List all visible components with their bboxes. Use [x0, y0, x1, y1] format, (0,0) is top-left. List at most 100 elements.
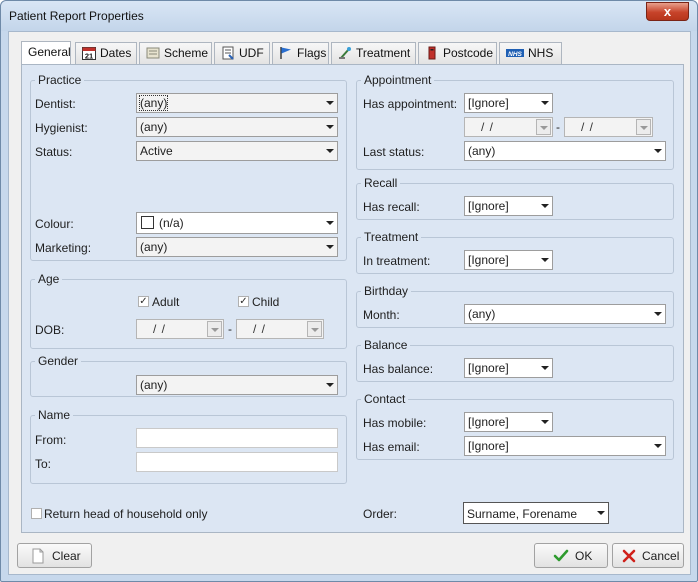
- order-value: Surname, Forename: [467, 507, 578, 521]
- has-recall-dropdown[interactable]: [Ignore]: [464, 196, 553, 216]
- udf-icon: [221, 46, 235, 60]
- in-treatment-dropdown[interactable]: [Ignore]: [464, 250, 553, 270]
- marketing-label: Marketing:: [35, 241, 92, 255]
- dob-from-date[interactable]: / /: [136, 319, 224, 339]
- order-label: Order:: [363, 507, 398, 521]
- name-from-label: From:: [35, 433, 67, 447]
- colour-value: (n/a): [159, 216, 184, 230]
- tab-postcode[interactable]: Postcode: [418, 42, 497, 64]
- chevron-down-icon: [541, 366, 549, 370]
- appointment-to-date[interactable]: / /: [564, 117, 653, 137]
- adult-checkbox[interactable]: ✓: [138, 296, 149, 307]
- birthday-month-label: Month:: [363, 308, 400, 322]
- birthday-legend: Birthday: [364, 284, 409, 298]
- calendar-dropdown-icon[interactable]: [307, 321, 322, 337]
- scheme-icon: [146, 46, 160, 60]
- appointment-range-separator: -: [556, 120, 560, 134]
- marketing-dropdown[interactable]: (any): [136, 237, 338, 257]
- balance-legend: Balance: [364, 338, 408, 352]
- has-appointment-label: Has appointment:: [363, 97, 458, 111]
- tab-scheme[interactable]: Scheme: [139, 42, 212, 64]
- has-email-dropdown[interactable]: [Ignore]: [464, 436, 666, 456]
- clear-button[interactable]: Clear: [17, 543, 92, 568]
- gender-value: (any): [140, 378, 168, 392]
- chevron-down-icon: [597, 511, 605, 515]
- flag-icon: [279, 46, 293, 60]
- child-checkbox[interactable]: ✓: [238, 296, 249, 307]
- tab-flags[interactable]: Flags: [272, 42, 329, 64]
- dob-to-value: / /: [253, 322, 267, 336]
- dialog-window: Patient Report Properties x General 21 D…: [0, 0, 698, 582]
- order-dropdown[interactable]: Surname, Forename: [463, 502, 609, 524]
- dob-from-value: / /: [153, 322, 167, 336]
- colour-label: Colour:: [35, 217, 74, 231]
- tab-general[interactable]: General: [21, 41, 71, 64]
- has-mobile-dropdown[interactable]: [Ignore]: [464, 412, 553, 432]
- has-appointment-value: [Ignore]: [468, 96, 509, 110]
- name-to-input[interactable]: [136, 452, 338, 472]
- nhs-badge: NHS: [508, 51, 522, 58]
- chevron-down-icon: [326, 149, 334, 153]
- calendar-day: 21: [85, 52, 93, 61]
- checkmark-icon: [553, 548, 569, 564]
- calendar-dropdown-icon[interactable]: [536, 119, 551, 135]
- appointment-from-value: / /: [481, 120, 495, 134]
- calendar-dropdown-icon[interactable]: [207, 321, 222, 337]
- appointment-from-date[interactable]: / /: [464, 117, 553, 137]
- status-dropdown[interactable]: Active: [136, 141, 338, 161]
- hygienist-value: (any): [140, 120, 168, 134]
- has-balance-dropdown[interactable]: [Ignore]: [464, 358, 553, 378]
- colour-swatch: [141, 216, 154, 229]
- ok-button[interactable]: OK: [534, 543, 608, 568]
- dentist-value: (any): [138, 95, 169, 111]
- in-treatment-label: In treatment:: [363, 254, 431, 268]
- cancel-button[interactable]: Cancel: [612, 543, 684, 568]
- has-balance-label: Has balance:: [363, 362, 434, 376]
- cancel-button-label: Cancel: [642, 549, 680, 563]
- household-label: Return head of household only: [44, 507, 208, 521]
- status-value: Active: [140, 144, 173, 158]
- dob-label: DOB:: [35, 323, 65, 337]
- chevron-down-icon: [541, 420, 549, 424]
- name-from-input[interactable]: [136, 428, 338, 448]
- birthday-month-value: (any): [468, 307, 496, 321]
- last-status-dropdown[interactable]: (any): [464, 141, 666, 161]
- chevron-down-icon: [326, 383, 334, 387]
- household-checkbox[interactable]: [31, 508, 42, 519]
- tab-dates[interactable]: 21 Dates: [75, 42, 137, 64]
- tab-treatment[interactable]: Treatment: [331, 42, 416, 64]
- chevron-down-icon: [326, 245, 334, 249]
- contact-legend: Contact: [364, 392, 406, 406]
- recall-legend: Recall: [364, 176, 398, 190]
- tab-udf[interactable]: UDF: [214, 42, 270, 64]
- age-legend: Age: [38, 272, 60, 286]
- calendar-icon: 21: [82, 46, 96, 61]
- dob-to-date[interactable]: / /: [236, 319, 324, 339]
- birthday-month-dropdown[interactable]: (any): [464, 304, 666, 324]
- tab-label: NHS: [528, 46, 554, 60]
- chevron-down-icon: [326, 125, 334, 129]
- dentist-dropdown[interactable]: (any): [136, 93, 338, 113]
- adult-label: Adult: [152, 295, 180, 309]
- tab-label: Postcode: [443, 46, 494, 60]
- tab-label: UDF: [239, 46, 264, 60]
- has-appointment-dropdown[interactable]: [Ignore]: [464, 93, 553, 113]
- close-button[interactable]: x: [646, 2, 689, 21]
- tab-label: Treatment: [356, 46, 411, 60]
- gender-legend: Gender: [38, 354, 79, 368]
- tab-nhs[interactable]: NHS NHS: [499, 42, 562, 64]
- cross-icon: [621, 548, 637, 564]
- treatment-legend: Treatment: [364, 230, 419, 244]
- calendar-dropdown-icon[interactable]: [636, 119, 651, 135]
- hygienist-dropdown[interactable]: (any): [136, 117, 338, 137]
- chevron-down-icon: [654, 312, 662, 316]
- gender-dropdown[interactable]: (any): [136, 375, 338, 395]
- in-treatment-value: [Ignore]: [468, 253, 509, 267]
- postcode-icon: [425, 46, 439, 60]
- clear-button-label: Clear: [52, 549, 81, 563]
- general-tab-panel: Practice Dentist: (any) Hygienist: (any)…: [21, 64, 684, 533]
- blank-page-icon: [30, 548, 46, 564]
- chevron-down-icon: [541, 258, 549, 262]
- name-to-label: To:: [35, 457, 52, 471]
- colour-dropdown[interactable]: (n/a): [136, 212, 338, 234]
